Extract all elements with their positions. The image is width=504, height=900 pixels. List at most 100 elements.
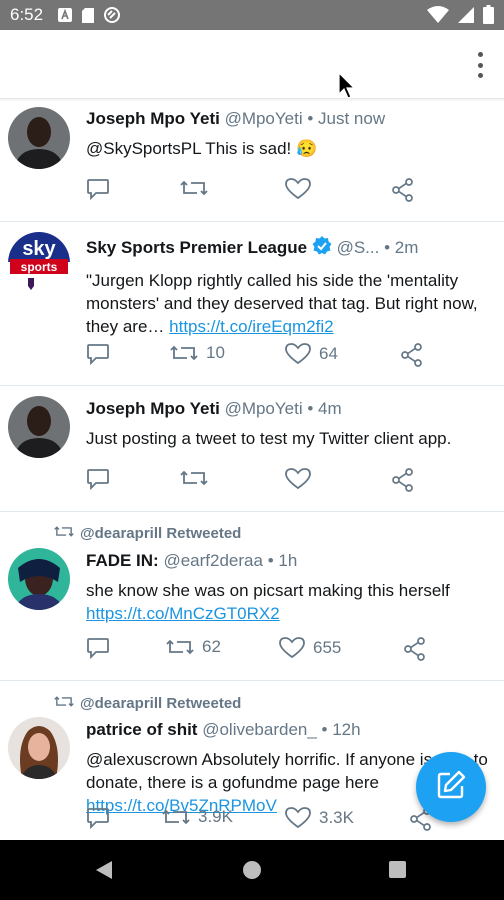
author-name[interactable]: FADE IN:	[86, 551, 159, 570]
sync-icon	[103, 6, 121, 24]
share-button[interactable]	[404, 637, 426, 661]
heart-icon	[279, 637, 305, 659]
wifi-icon	[427, 5, 449, 29]
verified-badge-icon	[312, 236, 332, 261]
tweet-actions	[86, 178, 426, 204]
share-button[interactable]	[392, 468, 414, 492]
avatar[interactable]	[8, 548, 70, 610]
retweet-count: 3.9K	[198, 807, 233, 826]
tweet-text: @SkySportsPL This is sad! 😥	[86, 139, 318, 158]
retweeted-by-label[interactable]: @dearaprill Retweeted	[80, 525, 241, 542]
avatar[interactable]: sky sports	[8, 232, 70, 294]
status-time: 6:52	[10, 5, 44, 24]
retweeted-by-label[interactable]: @dearaprill Retweeted	[80, 695, 241, 712]
like-count: 655	[313, 638, 342, 657]
author-handle[interactable]: @MpoYeti	[225, 109, 303, 128]
reply-button[interactable]	[86, 343, 110, 365]
sky-logo-text: sky	[22, 238, 56, 260]
author-handle[interactable]: @earf2deraa	[163, 551, 263, 570]
like-button[interactable]: 3.3K	[285, 807, 354, 829]
tweet-item[interactable]: Joseph Mpo Yeti @MpoYeti • Just now @Sky…	[0, 99, 504, 222]
retweet-button[interactable]: 62	[166, 637, 221, 657]
battery-icon	[483, 5, 494, 29]
share-button[interactable]	[401, 343, 423, 367]
tweet-text: Just posting a tweet to test my Twitter …	[86, 429, 452, 448]
timeline-feed[interactable]: Joseph Mpo Yeti @MpoYeti • Just now @Sky…	[0, 99, 504, 840]
compose-tweet-button[interactable]	[416, 752, 486, 822]
recents-icon[interactable]	[389, 861, 406, 878]
tweet-actions	[86, 468, 426, 494]
author-name[interactable]: Sky Sports Premier League	[86, 238, 307, 257]
heart-icon	[285, 468, 311, 490]
tweet-header: Joseph Mpo Yeti @MpoYeti • Just now	[86, 109, 490, 129]
retweet-button[interactable]: 3.9K	[162, 807, 233, 827]
author-handle[interactable]: @MpoYeti	[225, 399, 303, 418]
like-button[interactable]	[285, 468, 311, 490]
compose-icon	[436, 770, 466, 805]
retweet-icon	[162, 807, 190, 827]
home-icon[interactable]	[243, 861, 261, 879]
tweet-item[interactable]: @dearaprill Retweeted FADE IN: @earf2der…	[0, 512, 504, 681]
reply-icon	[86, 343, 110, 365]
avatar[interactable]	[8, 717, 70, 779]
app-bar	[0, 30, 504, 99]
like-button[interactable]: 64	[285, 343, 338, 365]
reply-button[interactable]	[86, 468, 110, 490]
back-icon[interactable]	[95, 860, 113, 885]
retweet-icon	[170, 343, 198, 363]
share-icon	[392, 468, 414, 492]
like-button[interactable]	[285, 178, 311, 200]
reply-icon	[86, 468, 110, 490]
tweet-link[interactable]: https://t.co/MnCzGT0RX2	[86, 604, 280, 623]
reply-button[interactable]	[86, 637, 110, 659]
author-handle[interactable]: @olivebarden_	[202, 720, 317, 739]
author-name[interactable]: patrice of shit	[86, 720, 197, 739]
tweet-header: Sky Sports Premier League @S... • 2m	[86, 236, 490, 261]
status-bar: 6:52	[0, 0, 504, 30]
tweet-text: she know she was on picsart making this …	[86, 581, 450, 623]
retweet-icon	[54, 694, 74, 713]
tweet-link[interactable]: https://t.co/ireEqm2fi2	[169, 317, 333, 336]
retweeted-by: @dearaprill Retweeted	[54, 694, 241, 713]
like-count: 3.3K	[319, 808, 354, 827]
retweet-button[interactable]	[180, 468, 208, 488]
heart-icon	[285, 807, 311, 829]
tweet-item[interactable]: Joseph Mpo Yeti @MpoYeti • 4m Just posti…	[0, 386, 504, 512]
avatar[interactable]	[8, 396, 70, 458]
retweet-icon	[180, 178, 208, 198]
tweet-item[interactable]: sky sports Sky Sports Premier League @S.…	[0, 222, 504, 386]
reply-icon	[86, 637, 110, 659]
app-a-icon	[57, 7, 73, 23]
reply-button[interactable]	[86, 178, 110, 200]
retweet-icon	[180, 468, 208, 488]
more-vert-icon[interactable]	[476, 52, 484, 78]
tweet-time: • Just now	[307, 109, 386, 128]
tweet-time: • 2m	[384, 238, 419, 257]
tweet-time: • 4m	[307, 399, 342, 418]
reply-button[interactable]	[86, 807, 110, 829]
heart-icon	[285, 178, 311, 200]
tweet-time: • 12h	[321, 720, 361, 739]
retweet-button[interactable]: 10	[170, 343, 225, 363]
tweet-actions: 10 64	[86, 343, 426, 369]
author-name[interactable]: Joseph Mpo Yeti	[86, 399, 220, 418]
tweet-header: Joseph Mpo Yeti @MpoYeti • 4m	[86, 399, 490, 419]
retweet-icon	[54, 524, 74, 543]
avatar[interactable]	[8, 107, 70, 169]
retweet-icon	[166, 637, 194, 657]
sd-card-icon	[81, 7, 95, 24]
author-handle[interactable]: @S...	[337, 238, 380, 257]
share-icon	[401, 343, 423, 367]
share-icon	[392, 178, 414, 202]
tweet-text: "Jurgen Klopp rightly called his side th…	[86, 271, 478, 336]
like-count: 64	[319, 344, 338, 363]
tweet-actions: 3.9K 3.3K	[86, 807, 431, 833]
tweet-header: FADE IN: @earf2deraa • 1h	[86, 551, 490, 571]
author-name[interactable]: Joseph Mpo Yeti	[86, 109, 220, 128]
tweet-header: patrice of shit @olivebarden_ • 12h	[86, 720, 490, 740]
share-button[interactable]	[392, 178, 414, 202]
like-button[interactable]: 655	[279, 637, 341, 659]
heart-icon	[285, 343, 311, 365]
reply-icon	[86, 807, 110, 829]
retweet-button[interactable]	[180, 178, 208, 198]
